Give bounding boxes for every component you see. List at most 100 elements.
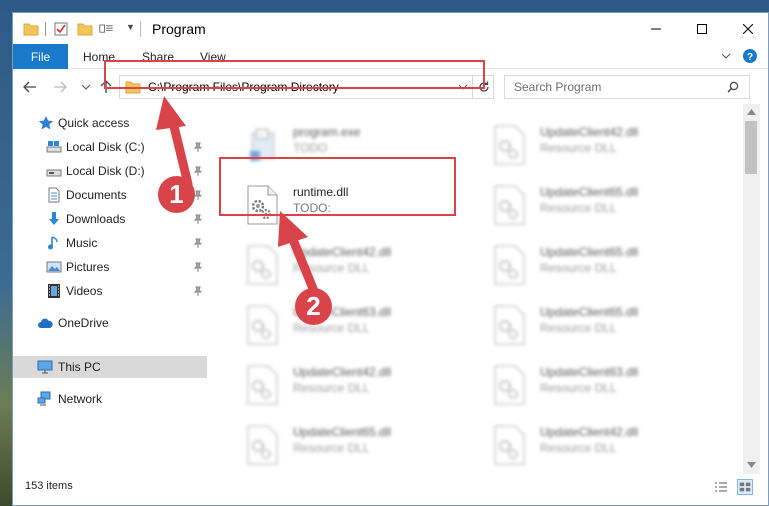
pin-icon[interactable] bbox=[193, 286, 203, 296]
arrow-right-icon bbox=[54, 81, 67, 93]
item-count: 153 items bbox=[25, 480, 73, 492]
pin-icon[interactable] bbox=[193, 166, 203, 176]
scroll-up-icon[interactable] bbox=[747, 108, 756, 116]
network-icon bbox=[37, 391, 51, 406]
download-icon bbox=[49, 212, 59, 225]
new-folder-icon[interactable] bbox=[77, 21, 93, 37]
recent-locations-button[interactable] bbox=[77, 78, 95, 96]
quick-access-dropdown-icon[interactable]: ▼ bbox=[126, 22, 135, 32]
file-item[interactable]: UpdateClient65.dll Resource DLL bbox=[480, 239, 710, 291]
pin-icon[interactable] bbox=[193, 142, 203, 152]
sidebar-item-network[interactable]: Network bbox=[13, 388, 207, 410]
file-type: Resource DLL bbox=[293, 441, 370, 455]
chevron-down-icon[interactable] bbox=[458, 82, 468, 92]
vertical-scrollbar[interactable] bbox=[743, 104, 760, 474]
arrow-up-icon bbox=[100, 80, 112, 93]
minimize-icon bbox=[651, 28, 661, 29]
dll-gear-icon bbox=[247, 425, 278, 465]
refresh-icon bbox=[478, 81, 489, 92]
file-item[interactable]: UpdateClient42.dll Resource DLL bbox=[233, 239, 463, 291]
step-badge-2: 2 bbox=[295, 288, 332, 325]
large-icons-view-icon[interactable] bbox=[737, 479, 753, 495]
file-name: UpdateClient65.dll bbox=[293, 425, 392, 439]
music-icon bbox=[48, 236, 58, 250]
file-type: TODO bbox=[293, 141, 328, 155]
dll-gear-icon bbox=[247, 185, 278, 225]
file-type: TODO: bbox=[293, 201, 331, 215]
properties-icon[interactable] bbox=[53, 21, 69, 37]
close-button[interactable] bbox=[725, 13, 768, 44]
star-icon bbox=[38, 116, 54, 130]
file-list: program.exe TODO runtime.dll TODO: Updat… bbox=[221, 104, 743, 474]
documents-icon bbox=[48, 187, 60, 203]
file-item[interactable]: UpdateClient65.dll Resource DLL bbox=[233, 419, 463, 471]
sidebar-item-label: Quick access bbox=[58, 116, 130, 130]
refresh-button[interactable] bbox=[472, 76, 494, 98]
minimize-button[interactable] bbox=[633, 13, 679, 44]
tab-file[interactable]: File bbox=[13, 44, 68, 69]
help-icon[interactable]: ? bbox=[742, 48, 758, 64]
sidebar-item-label: Network bbox=[58, 392, 103, 406]
file-name: UpdateClient65.dll bbox=[540, 245, 639, 259]
step-badge-1: 1 bbox=[158, 176, 195, 213]
file-item[interactable]: UpdateClient42.dll Resource DLL bbox=[480, 419, 710, 471]
file-name: program.exe bbox=[293, 125, 361, 139]
pictures-icon bbox=[46, 261, 62, 273]
address-bar[interactable]: C:\Program Files\Program Directory bbox=[119, 75, 494, 99]
file-item[interactable]: UpdateClient63.dll Resource DLL bbox=[233, 299, 463, 351]
sidebar-item-label: OneDrive bbox=[58, 316, 109, 330]
tab-view[interactable]: View bbox=[200, 44, 226, 69]
status-bar: 153 items bbox=[13, 474, 768, 505]
sidebar-item-label: This PC bbox=[58, 360, 101, 374]
exe-installer-icon bbox=[250, 128, 275, 161]
search-icon[interactable] bbox=[727, 81, 739, 93]
film-icon bbox=[48, 284, 60, 298]
chevron-down-icon[interactable] bbox=[720, 50, 732, 62]
scrollbar-thumb[interactable] bbox=[745, 121, 757, 174]
navigation-pane: Quick access Local Disk (C:) Local Disk … bbox=[13, 104, 207, 474]
sidebar-item-this-pc[interactable]: This PC bbox=[13, 356, 207, 378]
file-item[interactable]: UpdateClient42.dll Resource DLL bbox=[233, 359, 463, 411]
chevron-down-icon bbox=[81, 84, 91, 90]
pin-icon[interactable] bbox=[193, 262, 203, 272]
sidebar-item-music[interactable]: Music bbox=[13, 232, 207, 254]
file-item[interactable]: UpdateClient63.dll Resource DLL bbox=[480, 359, 710, 411]
sidebar-item-label: Videos bbox=[66, 284, 103, 298]
search-input[interactable] bbox=[504, 75, 750, 99]
forward-button[interactable] bbox=[51, 78, 69, 96]
navigation-bar: C:\Program Files\Program Directory bbox=[13, 69, 768, 104]
dll-gear-icon bbox=[494, 245, 525, 285]
sidebar-item-pictures[interactable]: Pictures bbox=[13, 256, 207, 278]
scroll-down-icon[interactable] bbox=[747, 461, 756, 469]
tab-home[interactable]: Home bbox=[83, 44, 115, 69]
folder-icon bbox=[125, 81, 141, 94]
maximize-button[interactable] bbox=[679, 13, 725, 44]
dll-gear-icon bbox=[247, 245, 278, 285]
file-item[interactable]: program.exe TODO bbox=[233, 119, 463, 171]
toolbar-separator bbox=[45, 22, 46, 36]
file-item-runtime-dll[interactable]: runtime.dll TODO: bbox=[233, 179, 463, 231]
drive-icon bbox=[46, 141, 62, 153]
pin-icon[interactable] bbox=[193, 238, 203, 248]
details-view-icon[interactable] bbox=[713, 479, 729, 495]
file-type: Resource DLL bbox=[540, 321, 617, 335]
sidebar-item-videos[interactable]: Videos bbox=[13, 280, 207, 302]
tab-share[interactable]: Share bbox=[142, 44, 174, 69]
sidebar-item-quick-access[interactable]: Quick access bbox=[13, 112, 207, 134]
address-path[interactable]: C:\Program Files\Program Directory bbox=[148, 80, 339, 94]
ribbon-tabs: File Home Share View ? bbox=[13, 44, 768, 69]
back-button[interactable] bbox=[21, 78, 39, 96]
pin-icon[interactable] bbox=[193, 214, 203, 224]
file-name: UpdateClient42.dll bbox=[293, 365, 392, 379]
up-button[interactable] bbox=[97, 78, 115, 96]
file-item[interactable]: UpdateClient65.dll Resource DLL bbox=[480, 299, 710, 351]
file-item[interactable]: UpdateClient65.dll Resource DLL bbox=[480, 179, 710, 231]
file-item[interactable]: UpdateClient42.dll Resource DLL bbox=[480, 119, 710, 171]
sidebar-item-onedrive[interactable]: OneDrive bbox=[13, 312, 207, 334]
customize-icon[interactable] bbox=[99, 21, 115, 37]
sidebar-item-local-disk-c[interactable]: Local Disk (C:) bbox=[13, 136, 207, 158]
sidebar-item-label: Local Disk (C:) bbox=[66, 140, 145, 154]
svg-text:?: ? bbox=[747, 52, 753, 63]
file-type: Resource DLL bbox=[540, 201, 617, 215]
folder-icon[interactable] bbox=[23, 21, 39, 37]
